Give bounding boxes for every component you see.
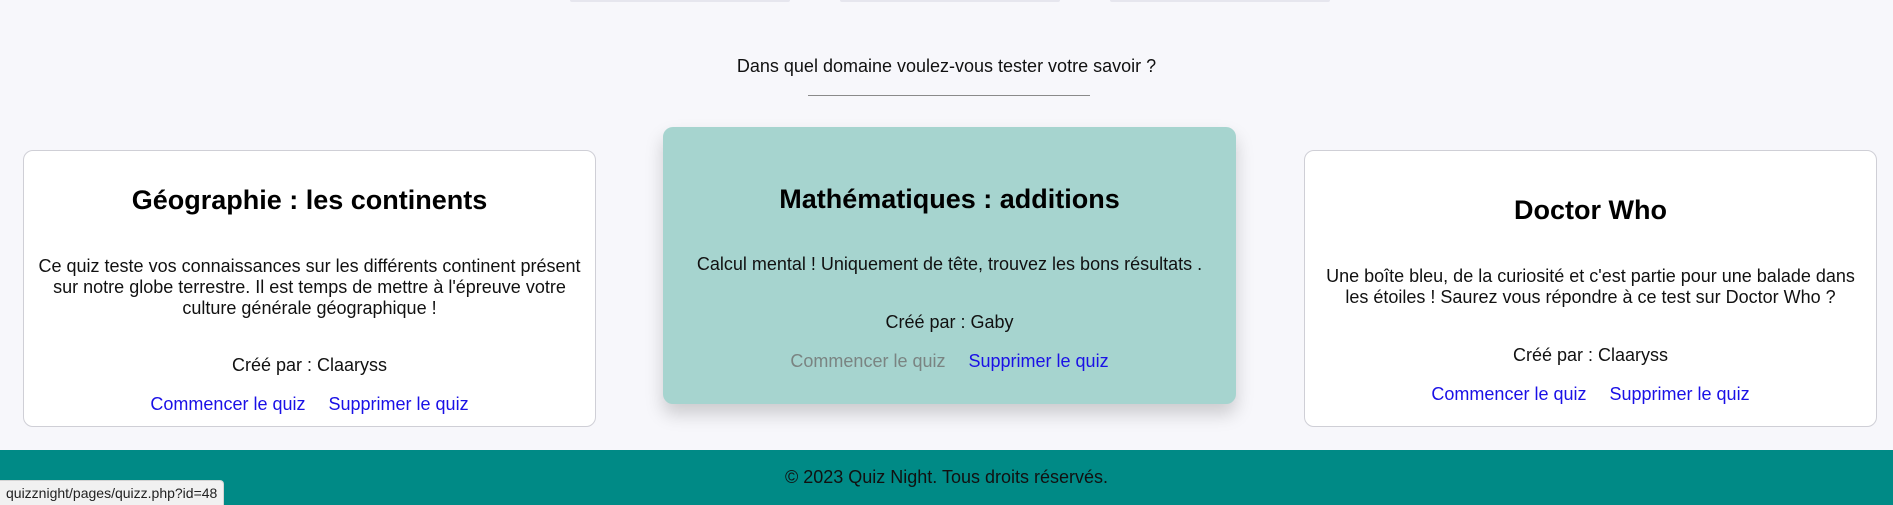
section-prompt: Dans quel domaine voulez-vous tester vot… [736,56,1157,76]
quiz-card-title: Mathématiques : additions [779,184,1120,214]
quiz-card-title: Doctor Who [1514,195,1667,225]
start-quiz-link[interactable]: Commencer le quiz [150,394,305,414]
start-quiz-link[interactable]: Commencer le quiz [1431,384,1586,404]
prompt-divider [808,95,1090,96]
top-nav-remnants [0,0,1893,4]
quiz-card-mathematiques: Mathématiques : additions Calcul mental … [663,127,1236,404]
quiz-card-author: Créé par : Claaryss [231,355,388,375]
quiz-card-geographie: Géographie : les continents Ce quiz test… [23,150,596,427]
delete-quiz-link[interactable]: Supprimer le quiz [969,351,1109,371]
quiz-card-actions: Commencer le quiz Supprimer le quiz [1305,384,1876,405]
quiz-card-doctor-who: Doctor Who Une boîte bleu, de la curiosi… [1304,150,1877,427]
quiz-card-description: Ce quiz teste vos connaissances sur les … [38,256,581,318]
quiz-card-author: Créé par : Gaby [885,312,1014,332]
site-footer: © 2023 Quiz Night. Tous droits réservés. [0,450,1893,505]
quiz-card-title: Géographie : les continents [131,185,488,215]
quiz-card-description: Une boîte bleu, de la curiosité et c'est… [1326,266,1855,307]
quiz-card-description: Calcul mental ! Uniquement de tête, trou… [696,254,1203,274]
delete-quiz-link[interactable]: Supprimer le quiz [1610,384,1750,404]
quiz-card-actions: Commencer le quiz Supprimer le quiz [664,351,1235,372]
delete-quiz-link[interactable]: Supprimer le quiz [329,394,469,414]
quiz-card-actions: Commencer le quiz Supprimer le quiz [24,394,595,415]
footer-copyright: © 2023 Quiz Night. Tous droits réservés. [784,467,1109,487]
quiz-card-author: Créé par : Claaryss [1512,345,1669,365]
start-quiz-link[interactable]: Commencer le quiz [790,351,945,371]
browser-status-url: quizznight/pages/quizz.php?id=48 [0,480,225,505]
